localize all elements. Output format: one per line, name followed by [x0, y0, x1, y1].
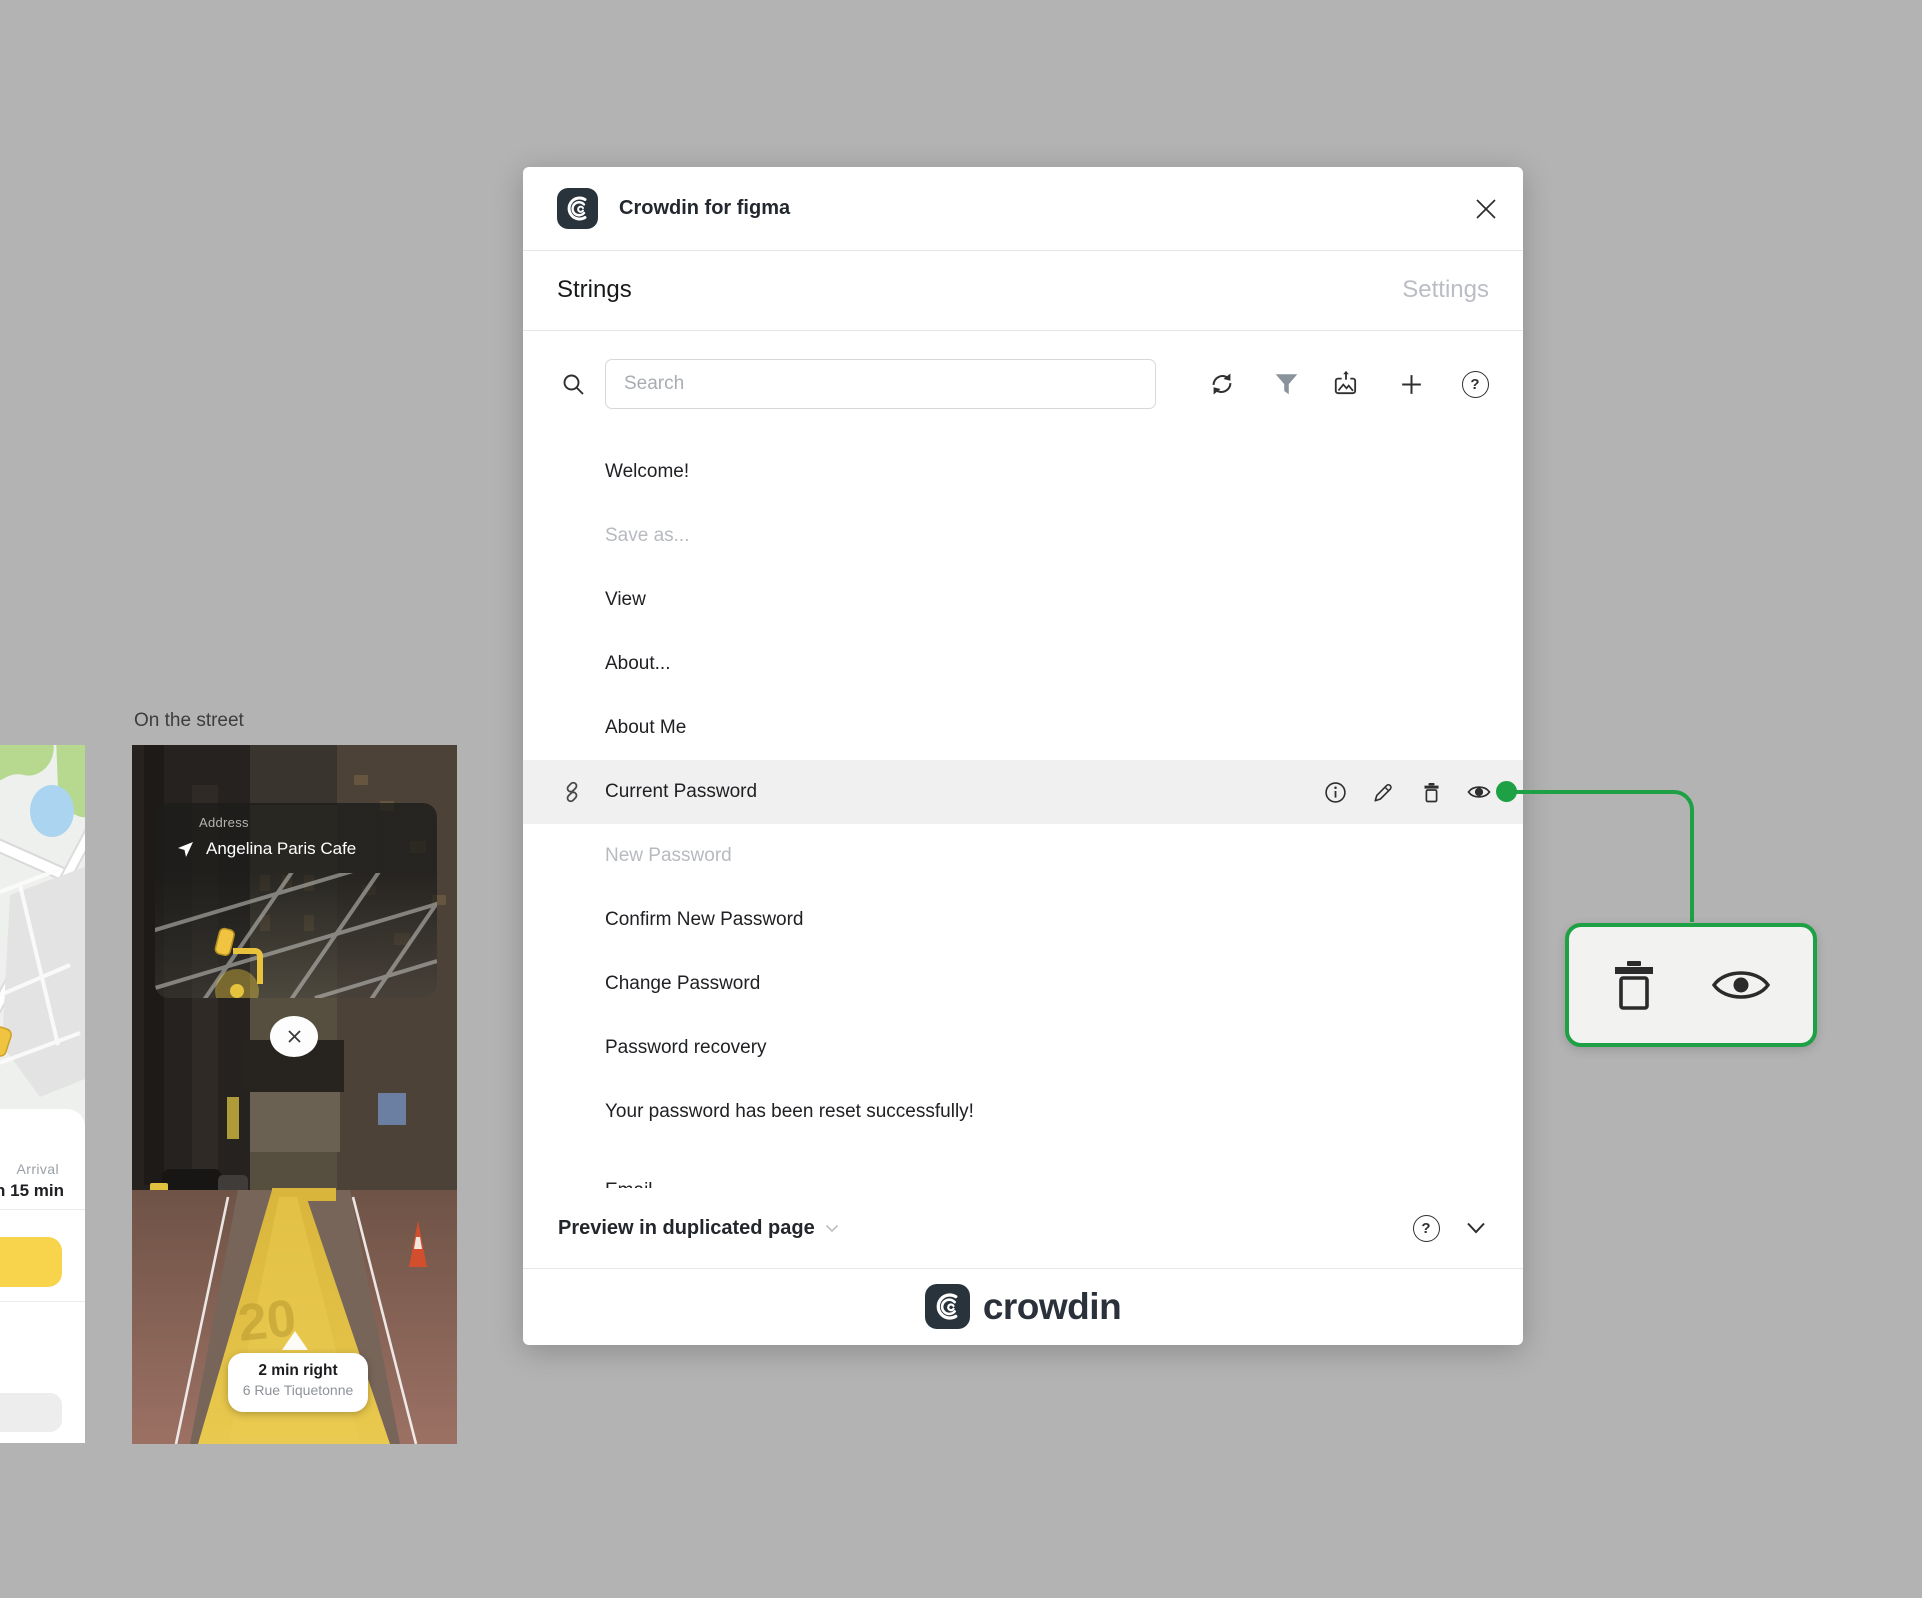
list-item[interactable]: Confirm New Password [523, 888, 1523, 952]
delete-button[interactable] [1407, 768, 1455, 816]
direction-subtitle: 6 Rue Tiquetonne [242, 1382, 354, 1398]
strings-list: Welcome! Save as... View About... About … [523, 440, 1523, 1188]
dialog-title: Crowdin for figma [619, 197, 791, 219]
list-item[interactable]: Save as... [523, 504, 1523, 568]
address-card: Address Angelina Paris Cafe [155, 803, 437, 998]
address-value: Angelina Paris Cafe [206, 839, 357, 858]
preview-bar: Preview in duplicated page ? [523, 1188, 1523, 1269]
minimap-taxi [214, 927, 235, 957]
search-input-wrapper [605, 359, 1191, 409]
connection-dot [1496, 781, 1517, 802]
preview-mode-select[interactable]: Preview in duplicated page [558, 1188, 839, 1268]
chevron-down-icon [1467, 1222, 1485, 1234]
help-button[interactable]: ? [1450, 359, 1500, 409]
list-item[interactable]: View [523, 568, 1523, 632]
filter-icon [1275, 373, 1297, 394]
sync-button[interactable] [1197, 359, 1247, 409]
direction-title: 2 min right [258, 1362, 338, 1379]
list-item[interactable]: New Password [523, 824, 1523, 888]
divider [0, 1301, 85, 1302]
row-actions [1311, 760, 1523, 824]
crowdin-logo-icon [557, 188, 598, 229]
map-illustration [0, 745, 85, 1109]
frame-title[interactable]: On the street [134, 710, 244, 732]
ride-panel: Arrival in 15 min [0, 1109, 85, 1443]
list-item-partial[interactable]: Email [523, 1180, 1523, 1188]
crowdin-plugin-dialog: Crowdin for figma Strings Settings Searc… [523, 167, 1523, 1345]
chevron-down-icon [825, 1224, 838, 1232]
figma-canvas: Arrival in 15 min On the street [0, 0, 1922, 1598]
list-item[interactable]: Change Password [523, 952, 1523, 1016]
export-image-button[interactable] [1321, 359, 1371, 409]
delete-icon[interactable] [1610, 959, 1658, 1011]
export-image-icon [1334, 370, 1357, 395]
arrival-value: in 15 min [0, 1181, 64, 1200]
list-item[interactable]: Your password has been reset successfull… [523, 1080, 1523, 1144]
tab-settings[interactable]: Settings [1402, 250, 1489, 330]
direction-card: 2 min right 6 Rue Tiquetonne [228, 1353, 368, 1412]
tab-strings[interactable]: Strings [557, 250, 632, 330]
preview-help-button[interactable]: ? [1401, 1203, 1451, 1253]
link-icon [566, 781, 578, 803]
collapse-button[interactable] [1451, 1203, 1501, 1253]
list-item-selected[interactable]: Current Password [523, 760, 1523, 824]
confirm-ride-button[interactable] [0, 1237, 62, 1287]
secondary-button[interactable] [0, 1393, 62, 1432]
taxi-app-frame: Arrival in 15 min [0, 745, 85, 1443]
arrival-label: Arrival [16, 1161, 59, 1177]
edit-button[interactable] [1359, 768, 1407, 816]
help-icon: ? [1461, 370, 1489, 398]
on-the-street-frame: 20 Address Angelina Paris Cafe 2 min rig… [132, 745, 457, 1444]
edit-icon [1373, 783, 1392, 802]
search-icon [548, 359, 598, 409]
search-input[interactable] [606, 360, 1191, 408]
list-item[interactable]: Welcome! [523, 440, 1523, 504]
dialog-close-button[interactable] [1471, 194, 1501, 224]
delete-icon [1424, 782, 1438, 802]
close-icon [1476, 199, 1496, 219]
divider [0, 1209, 85, 1210]
filter-button[interactable] [1261, 359, 1311, 409]
info-icon [1324, 781, 1346, 803]
list-item[interactable]: Password recovery [523, 1016, 1523, 1080]
plus-icon [1401, 374, 1421, 394]
sync-icon [1212, 373, 1232, 395]
info-button[interactable] [1311, 768, 1359, 816]
close-icon [287, 1030, 301, 1043]
preview-icon [1467, 786, 1491, 798]
preview-icon[interactable] [1710, 964, 1772, 1006]
dialog-tabs: Strings Settings [523, 250, 1523, 331]
minimap [155, 873, 437, 998]
crowdin-logo-icon [924, 1284, 970, 1329]
dialog-footer: crowdin [523, 1268, 1523, 1345]
crowdin-wordmark: crowdin [982, 1285, 1122, 1327]
navigation-arrow-icon [178, 841, 193, 857]
address-label: Address [199, 815, 249, 830]
toolbar: ? [523, 330, 1523, 440]
list-item[interactable]: About... [523, 632, 1523, 696]
help-icon: ? [1412, 1214, 1440, 1242]
list-item[interactable]: About Me [523, 696, 1523, 760]
ar-close-button[interactable] [270, 1016, 318, 1057]
actions-tooltip [1565, 923, 1817, 1047]
dialog-header: Crowdin for figma [523, 167, 1523, 251]
add-string-button[interactable] [1386, 359, 1436, 409]
